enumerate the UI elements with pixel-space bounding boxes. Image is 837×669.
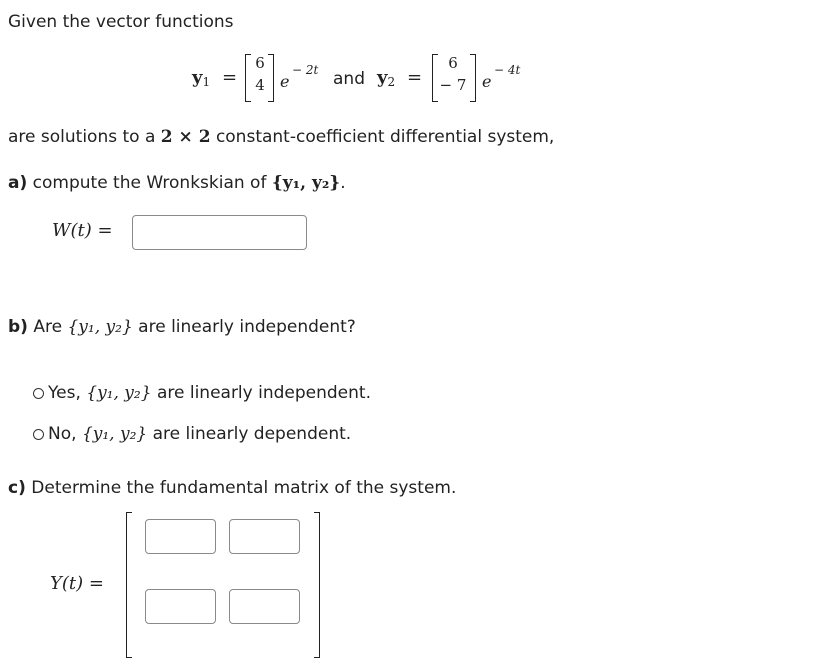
bracket-right <box>470 54 476 102</box>
intro-text: Given the vector functions <box>8 12 234 32</box>
radio-no[interactable] <box>33 429 44 440</box>
radio-yes[interactable] <box>33 388 44 399</box>
matrix-input-r2c1[interactable] <box>145 589 216 624</box>
exp-base: e <box>280 72 290 91</box>
part-b-prompt: b) Are {y₁, y₂} are linearly independent… <box>8 317 356 337</box>
matrix-input-r1c1[interactable] <box>145 519 216 554</box>
and-text: and <box>333 69 365 89</box>
exp-base: e <box>482 72 492 91</box>
matrix-bracket-right <box>314 512 320 658</box>
part-a-prompt: a) compute the Wronkskian of {y₁, y₂}. <box>8 173 346 193</box>
option-yes[interactable]: Yes, {y₁, y₂} are linearly independent. <box>33 383 371 403</box>
fundamental-matrix-label: Y(t) = <box>50 573 104 594</box>
matrix-bracket-left <box>126 512 132 658</box>
y2-symbol: y2 <box>377 67 396 89</box>
exp-power: − 4t <box>494 63 521 77</box>
equals-sign: = <box>407 67 423 88</box>
statement-text: are solutions to a 2 × 2 constant-coeffi… <box>8 127 555 147</box>
y1-vector: 6 4 <box>255 54 265 94</box>
part-c-prompt: c) Determine the fundamental matrix of t… <box>8 478 457 498</box>
exp-power: − 2t <box>292 63 319 77</box>
equals-sign: = <box>222 67 238 88</box>
matrix-input-r1c2[interactable] <box>229 519 300 554</box>
bracket-left <box>245 54 251 102</box>
wronskian-input[interactable] <box>132 215 307 250</box>
y2-vector: 6 − 7 <box>439 54 467 94</box>
y1-symbol: y1 <box>192 67 211 89</box>
option-no[interactable]: No, {y₁, y₂} are linearly dependent. <box>33 424 351 444</box>
bracket-right <box>268 54 274 102</box>
wronskian-label: W(t) = <box>52 220 113 241</box>
matrix-input-r2c2[interactable] <box>229 589 300 624</box>
